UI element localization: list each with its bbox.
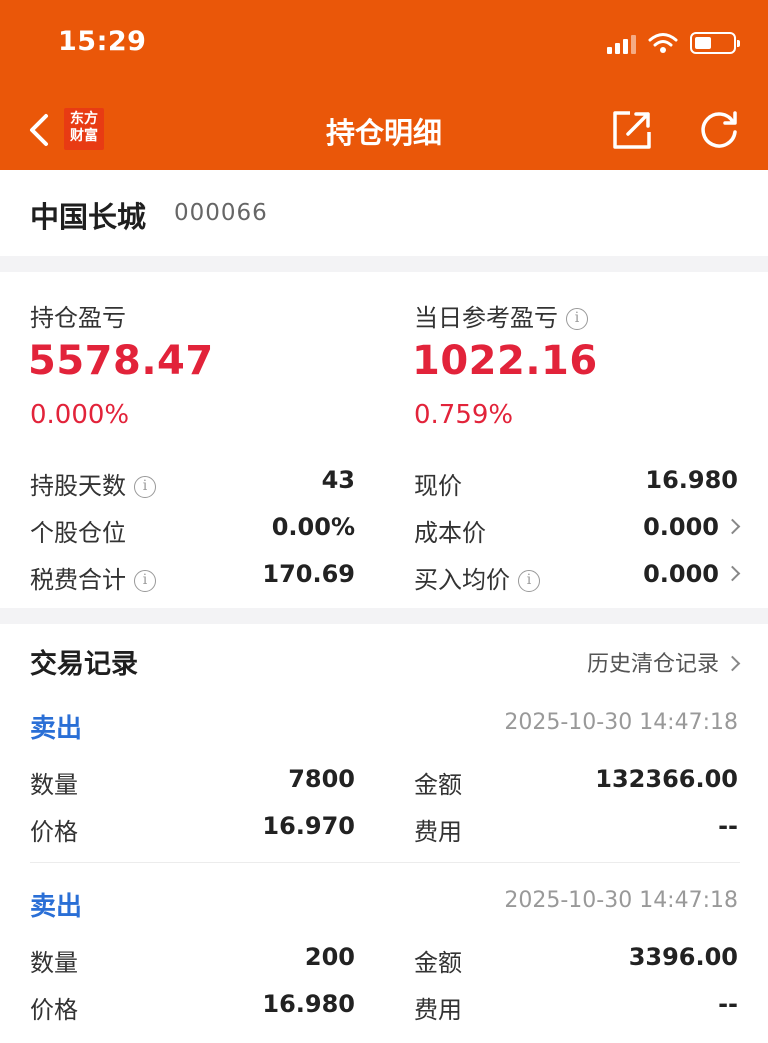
stock-code: 000066 (174, 200, 268, 226)
trade-amount-label: 金额 (414, 949, 462, 977)
trade-type: 卖出 (30, 892, 83, 922)
avg-buy-row[interactable]: 0.000 (643, 560, 741, 588)
refresh-button[interactable] (697, 108, 741, 152)
trade-price-label: 价格 (30, 996, 78, 1024)
status-time: 15:29 (58, 26, 147, 57)
fees-label: 税费合计 (30, 566, 126, 594)
status-icons (607, 32, 740, 54)
section-divider (0, 256, 768, 272)
holding-days-value: 43 (321, 466, 355, 494)
holding-days-label: 持股天数 (30, 472, 126, 500)
chevron-right-icon (724, 655, 741, 671)
top-bar: 15:29 东方 财富 持仓明细 (0, 0, 768, 170)
stock-name: 中国长城 (30, 200, 147, 234)
history-link-label: 历史清仓记录 (586, 652, 719, 677)
stock-header: 中国长城 000066 (0, 170, 768, 256)
fees-value: 170.69 (262, 560, 355, 588)
trade-type: 卖出 (30, 714, 83, 744)
trade-time: 2025-10-30 14:47:18 (504, 710, 738, 735)
trade-amount-value: 3396.00 (628, 943, 738, 971)
cost-price-row[interactable]: 0.000 (643, 513, 741, 541)
trade-time: 2025-10-30 14:47:18 (504, 888, 738, 913)
position-ratio-label: 个股仓位 (30, 519, 126, 547)
trade-qty-label: 数量 (30, 949, 78, 977)
trade-price-value: 16.970 (262, 812, 355, 840)
info-icon[interactable]: i (518, 570, 540, 592)
position-ratio-value: 0.00% (271, 513, 355, 541)
avg-buy-label-wrap: 买入均价 i (414, 560, 540, 595)
daily-pl-value: 1022.16 (412, 338, 598, 384)
section-divider (0, 608, 768, 624)
avg-buy-label: 买入均价 (414, 566, 510, 594)
trade-fee-value: -- (718, 990, 738, 1018)
record-divider (30, 862, 740, 863)
chevron-right-icon (724, 565, 741, 581)
trade-fee-label: 费用 (414, 996, 462, 1024)
history-link[interactable]: 历史清仓记录 (586, 646, 741, 678)
holding-days-label-wrap: 持股天数 i (30, 466, 156, 501)
trade-fee-value: -- (718, 812, 738, 840)
avg-buy-value: 0.000 (643, 560, 719, 588)
chevron-right-icon (724, 518, 741, 534)
wifi-icon (648, 33, 678, 53)
trade-qty-value: 200 (304, 943, 355, 971)
daily-pl-pct: 0.759% (414, 400, 514, 430)
cost-price-value: 0.000 (643, 513, 719, 541)
cellular-signal-icon (607, 32, 636, 54)
trades-title: 交易记录 (30, 649, 138, 680)
fees-label-wrap: 税费合计 i (30, 560, 156, 595)
current-price-value: 16.980 (645, 466, 738, 494)
current-price-label: 现价 (414, 472, 462, 500)
battery-icon (690, 32, 740, 54)
position-pl-label: 持仓盈亏 (30, 304, 126, 332)
trade-amount-value: 132366.00 (595, 765, 738, 793)
position-pl-pct: 0.000% (30, 400, 130, 430)
trade-qty-label: 数量 (30, 771, 78, 799)
info-icon[interactable]: i (134, 570, 156, 592)
trade-price-value: 16.980 (262, 990, 355, 1018)
daily-pl-label: 当日参考盈亏 (414, 304, 558, 332)
info-icon[interactable]: i (566, 308, 588, 330)
share-button[interactable] (610, 108, 654, 152)
trade-fee-label: 费用 (414, 818, 462, 846)
daily-pl-label-wrap: 当日参考盈亏 i (414, 298, 588, 333)
cost-price-label: 成本价 (414, 519, 486, 547)
trade-amount-label: 金额 (414, 771, 462, 799)
trade-qty-value: 7800 (288, 765, 355, 793)
trade-price-label: 价格 (30, 818, 78, 846)
info-icon[interactable]: i (134, 476, 156, 498)
position-pl-value: 5578.47 (28, 338, 214, 384)
